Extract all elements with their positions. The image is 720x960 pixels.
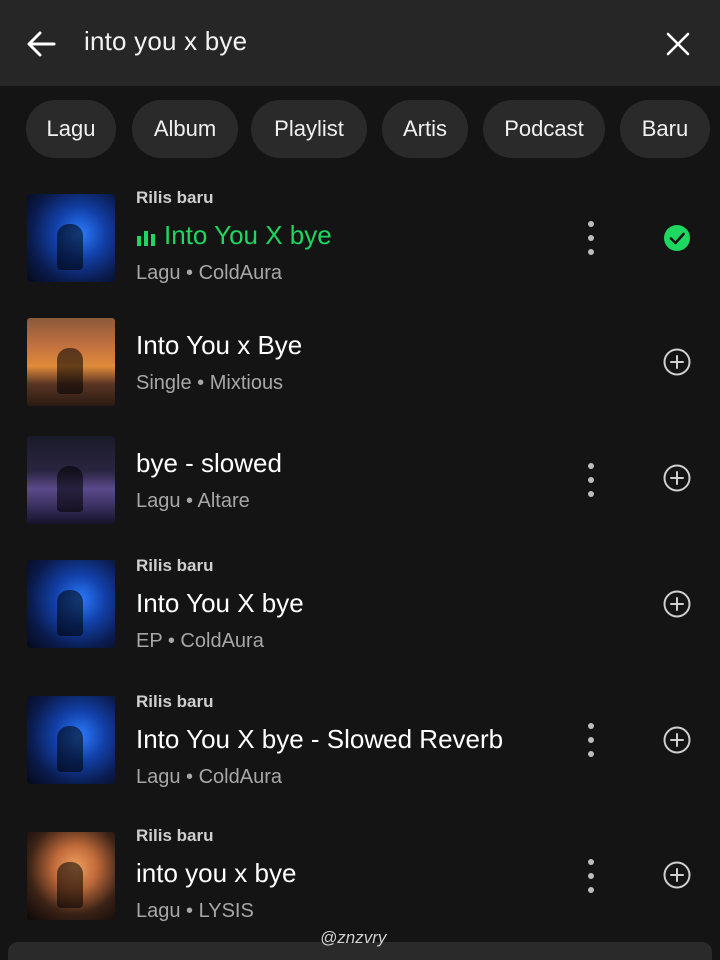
album-art [27, 436, 115, 524]
release-tag: Rilis baru [136, 692, 214, 711]
track-title: into you x bye [136, 858, 297, 888]
equalizer-icon [137, 231, 155, 247]
add-icon[interactable] [663, 464, 691, 492]
track-title: Into You X bye [136, 220, 332, 251]
release-tag: Rilis baru [136, 826, 214, 845]
album-art [27, 560, 115, 648]
result-row[interactable]: Rilis baru into you x bye Lagu • LYSIS [0, 818, 720, 942]
more-options-icon[interactable] [584, 856, 598, 896]
chip-podcast[interactable]: Podcast [483, 100, 605, 158]
track-subtitle: Lagu • ColdAura [136, 262, 282, 284]
add-icon[interactable] [663, 726, 691, 754]
album-art [27, 696, 115, 784]
add-icon[interactable] [663, 590, 691, 618]
track-title: Into You x Bye [136, 330, 303, 360]
release-tag: Rilis baru [136, 188, 214, 207]
album-art [27, 194, 115, 282]
track-title: Into You X bye - Slowed Reverb [136, 724, 504, 754]
back-arrow-icon[interactable] [24, 26, 60, 62]
chip-lagu[interactable]: Lagu [26, 100, 116, 158]
track-subtitle: Lagu • ColdAura [136, 766, 282, 788]
track-subtitle: Single • Mixtious [136, 372, 284, 394]
result-row[interactable]: Into You x Bye Single • Mixtious [0, 304, 720, 428]
release-tag: Rilis baru [136, 556, 214, 575]
search-bar: into you x bye [0, 0, 720, 86]
result-row[interactable]: Rilis baru Into You X bye EP • ColdAura [0, 548, 720, 672]
close-icon[interactable] [664, 30, 692, 58]
add-icon[interactable] [663, 348, 691, 376]
track-subtitle: EP • ColdAura [136, 630, 264, 652]
album-art [27, 318, 115, 406]
track-subtitle: Lagu • LYSIS [136, 900, 254, 922]
chip-playlist[interactable]: Playlist [251, 100, 367, 158]
result-row[interactable]: Rilis baru Into You X bye - Slowed Rever… [0, 684, 720, 808]
more-options-icon[interactable] [584, 460, 598, 500]
result-row[interactable]: Rilis baru Into You X bye Lagu • ColdAur… [0, 180, 720, 304]
track-subtitle: Lagu • Altare [136, 490, 250, 512]
search-input[interactable]: into you x bye [84, 26, 247, 57]
added-check-icon[interactable] [663, 224, 691, 252]
track-title: Into You X bye [136, 588, 304, 618]
more-options-icon[interactable] [584, 218, 598, 258]
result-row[interactable]: bye - slowed Lagu • Altare [0, 420, 720, 544]
chip-album[interactable]: Album [132, 100, 238, 158]
chip-artis[interactable]: Artis [382, 100, 468, 158]
more-options-icon[interactable] [584, 720, 598, 760]
add-icon[interactable] [663, 861, 691, 889]
chip-baru[interactable]: Baru [620, 100, 710, 158]
filter-chips: Lagu Album Playlist Artis Podcast Baru [0, 100, 720, 160]
album-art [27, 832, 115, 920]
watermark: @znzvry [320, 928, 387, 947]
track-title: bye - slowed [136, 448, 282, 478]
